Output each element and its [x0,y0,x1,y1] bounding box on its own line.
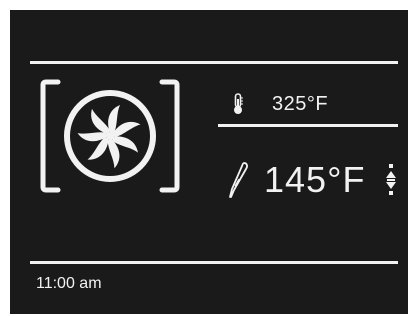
bottom-divider [30,261,398,264]
middle-divider [218,124,398,127]
oven-temperature-row[interactable]: 325°F [232,90,328,118]
probe-temperature-row[interactable]: 145°F [226,156,365,204]
probe-temperature-value: 145°F [264,159,366,200]
thermometer-icon [232,93,244,115]
oven-display: 325°F 145°F 11:00 am [10,10,408,314]
convection-fan-icon[interactable] [40,79,180,193]
oven-temperature-value: 325°F [272,92,329,115]
up-down-arrows-icon[interactable] [385,164,397,196]
clock-time: 11:00 am [36,275,102,292]
meat-probe-icon [226,160,250,200]
top-divider [30,61,398,64]
